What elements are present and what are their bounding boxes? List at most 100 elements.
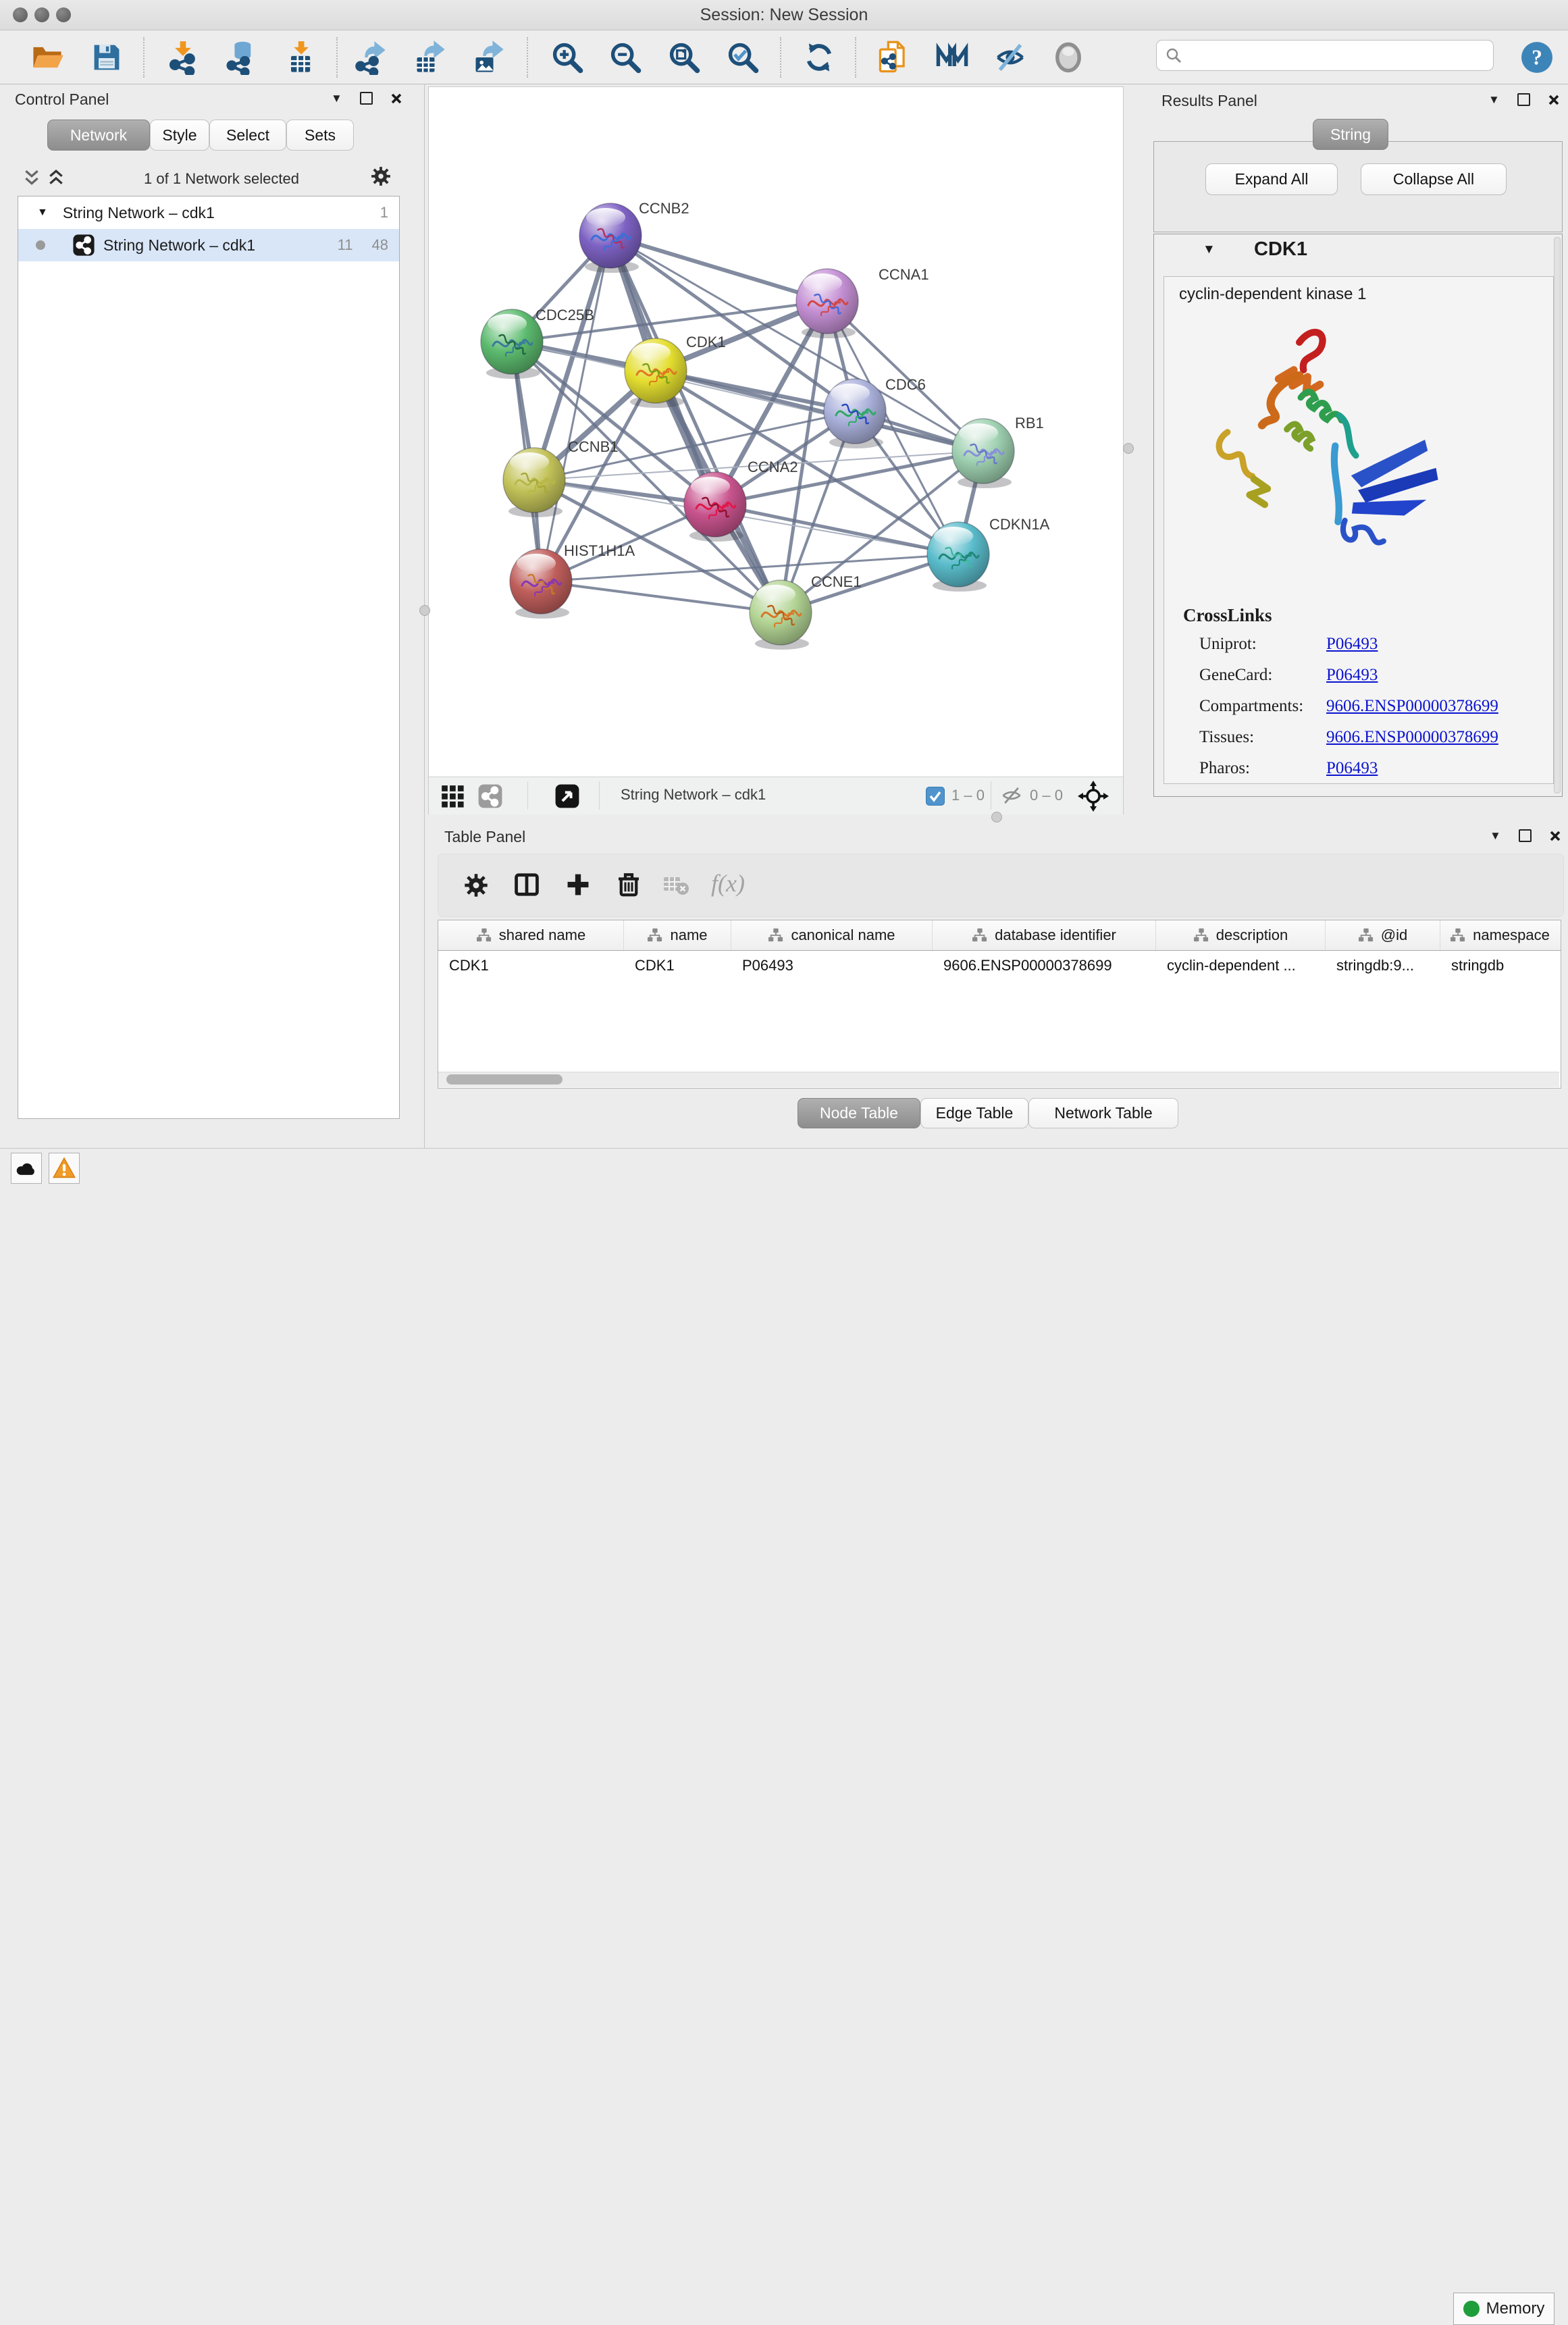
cell-description[interactable]: cyclin-dependent ... [1156, 951, 1326, 981]
zoom-selected-button[interactable] [724, 38, 762, 76]
panel-close-icon[interactable] [1549, 830, 1561, 842]
import-table-button[interactable] [281, 38, 319, 76]
expand-all-button[interactable]: Expand All [1205, 163, 1338, 195]
tab-network[interactable]: Network [47, 120, 150, 151]
cell-id[interactable]: stringdb:9... [1326, 951, 1440, 981]
add-column-icon[interactable] [565, 872, 591, 897]
open-session-button[interactable] [28, 38, 66, 76]
zoom-in-button[interactable] [548, 38, 586, 76]
tab-node-table[interactable]: Node Table [798, 1098, 920, 1128]
network-row-selected[interactable]: String Network – cdk1 11 48 [18, 229, 399, 261]
column-header-canonical-name[interactable]: canonical name [731, 920, 933, 950]
network-node-CCNE1[interactable] [750, 580, 812, 650]
warning-button[interactable] [49, 1153, 80, 1184]
cell-name[interactable]: CDK1 [624, 951, 731, 981]
column-header-database-identifier[interactable]: database identifier [933, 920, 1156, 950]
export-network-button[interactable] [352, 38, 390, 76]
cell-namespace[interactable]: stringdb [1440, 951, 1559, 981]
network-node-CCNB2[interactable] [579, 203, 642, 273]
zoom-fit-button[interactable] [665, 38, 703, 76]
tab-sets[interactable]: Sets [286, 120, 354, 151]
network-node-CDC6[interactable] [824, 379, 886, 448]
columns-icon[interactable] [514, 872, 540, 897]
tab-network-table[interactable]: Network Table [1028, 1098, 1178, 1128]
grid-view-icon[interactable] [440, 783, 465, 809]
trash-icon[interactable] [615, 870, 642, 897]
crosslink-tissues-link[interactable]: 9606.ENSP00000378699 [1326, 728, 1498, 747]
panel-divider[interactable] [424, 84, 425, 1148]
left-splitter-handle[interactable] [419, 605, 430, 616]
help-button[interactable]: ? [1518, 38, 1556, 76]
network-node-HIST1H1A[interactable] [510, 549, 572, 619]
panel-float-icon[interactable] [1517, 93, 1530, 106]
hide-selected-button[interactable] [991, 38, 1029, 76]
panel-menu-caret-icon[interactable]: ▼ [331, 93, 342, 104]
search-field[interactable] [1156, 40, 1494, 71]
export-image-button[interactable] [470, 38, 508, 76]
copy-network-button[interactable] [875, 38, 913, 76]
network-edge[interactable] [656, 371, 983, 451]
column-header-shared-name[interactable]: shared name [438, 920, 624, 950]
cloud-button[interactable] [11, 1153, 42, 1184]
memory-button[interactable]: Memory [1453, 2293, 1554, 2325]
zoom-out-button[interactable] [606, 38, 644, 76]
share-network-icon[interactable] [477, 783, 503, 809]
save-session-button[interactable] [88, 38, 126, 76]
table-gear-icon[interactable] [464, 873, 488, 897]
scrollbar-thumb[interactable] [446, 1074, 563, 1085]
tab-edge-table[interactable]: Edge Table [920, 1098, 1028, 1128]
cell-shared-name[interactable]: CDK1 [438, 951, 624, 981]
table-horizontal-scrollbar[interactable] [438, 1072, 1559, 1087]
crosslink-pharos-link[interactable]: P06493 [1326, 759, 1378, 778]
column-header-namespace[interactable]: namespace [1440, 920, 1559, 950]
panel-close-icon[interactable] [1548, 94, 1560, 106]
import-network-file-button[interactable] [164, 38, 202, 76]
column-header-name[interactable]: name [624, 920, 731, 950]
crosslink-uniprot-link[interactable]: P06493 [1326, 635, 1378, 654]
right-splitter-handle[interactable] [1123, 443, 1134, 454]
gene-section-caret-icon[interactable]: ▼ [1203, 242, 1216, 257]
network-node-CDKN1A[interactable] [927, 522, 989, 592]
network-node-CCNA1[interactable] [796, 269, 858, 338]
network-edge[interactable] [541, 581, 781, 612]
network-edge[interactable] [610, 236, 827, 301]
export-table-button[interactable] [411, 38, 449, 76]
expand-all-icon[interactable] [47, 169, 65, 186]
tab-string[interactable]: String [1313, 119, 1388, 150]
birdseye-view-icon[interactable] [554, 783, 580, 809]
selected-checkbox-icon[interactable] [926, 787, 945, 806]
cell-canonical-name[interactable]: P06493 [731, 951, 933, 981]
panel-menu-caret-icon[interactable]: ▼ [1488, 94, 1500, 105]
network-node-RB1[interactable] [952, 419, 1014, 488]
network-node-CDC25B[interactable] [481, 309, 543, 379]
gear-icon[interactable] [371, 166, 391, 186]
first-neighbors-button[interactable] [933, 38, 971, 76]
hidden-eye-icon[interactable] [1000, 786, 1023, 805]
tab-style[interactable]: Style [150, 120, 209, 151]
network-canvas[interactable]: CCNB2CCNA1CDC25BCDK1CDC6RB1CCNB1CCNA2CDK… [428, 86, 1124, 814]
network-node-CDK1[interactable] [625, 338, 687, 408]
panel-close-icon[interactable] [390, 93, 402, 105]
show-all-button[interactable] [1049, 38, 1087, 76]
move-target-icon[interactable] [1077, 780, 1109, 812]
column-header-id[interactable]: @id [1326, 920, 1440, 950]
network-collection-row[interactable]: ▼ String Network – cdk1 1 [18, 197, 399, 229]
panel-float-icon[interactable] [1519, 829, 1532, 842]
table-row[interactable]: CDK1 CDK1 P06493 9606.ENSP00000378699 cy… [438, 951, 1561, 981]
collapse-all-icon[interactable] [23, 169, 41, 186]
collapse-all-button[interactable]: Collapse All [1361, 163, 1507, 195]
cell-database-identifier[interactable]: 9606.ENSP00000378699 [933, 951, 1156, 981]
results-scrollbar[interactable] [1554, 237, 1561, 793]
panel-float-icon[interactable] [360, 92, 373, 105]
network-graph[interactable]: CCNB2CCNA1CDC25BCDK1CDC6RB1CCNB1CCNA2CDK… [429, 87, 1123, 777]
crosslink-compartments-link[interactable]: 9606.ENSP00000378699 [1326, 697, 1498, 716]
network-edge[interactable] [610, 236, 781, 612]
search-input[interactable] [1182, 46, 1475, 65]
column-header-description[interactable]: description [1156, 920, 1326, 950]
network-edge[interactable] [541, 236, 610, 581]
tab-select[interactable]: Select [209, 120, 286, 151]
refresh-layout-button[interactable] [800, 38, 838, 76]
crosslink-genecard-link[interactable]: P06493 [1326, 666, 1378, 685]
import-network-database-button[interactable] [221, 38, 259, 76]
panel-menu-caret-icon[interactable]: ▼ [1490, 830, 1501, 841]
